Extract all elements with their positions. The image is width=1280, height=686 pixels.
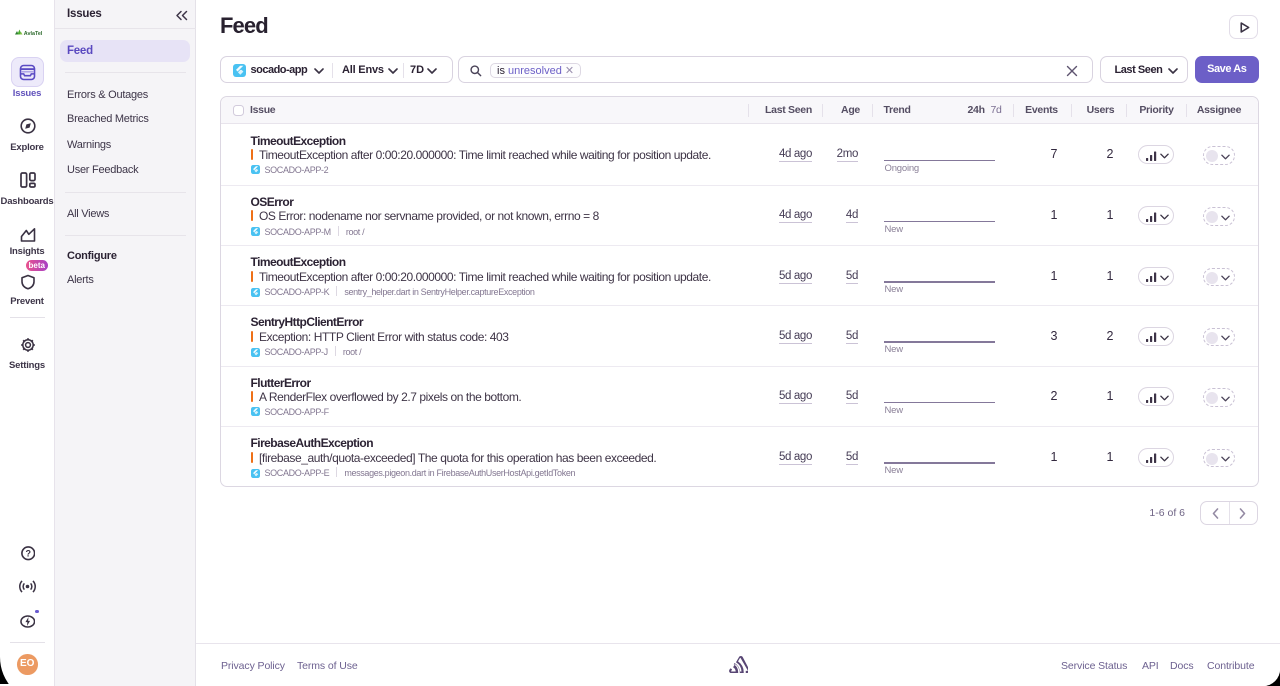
svg-text:?: ? [25,549,31,559]
svg-text:AvlaTek: AvlaTek [24,31,42,36]
